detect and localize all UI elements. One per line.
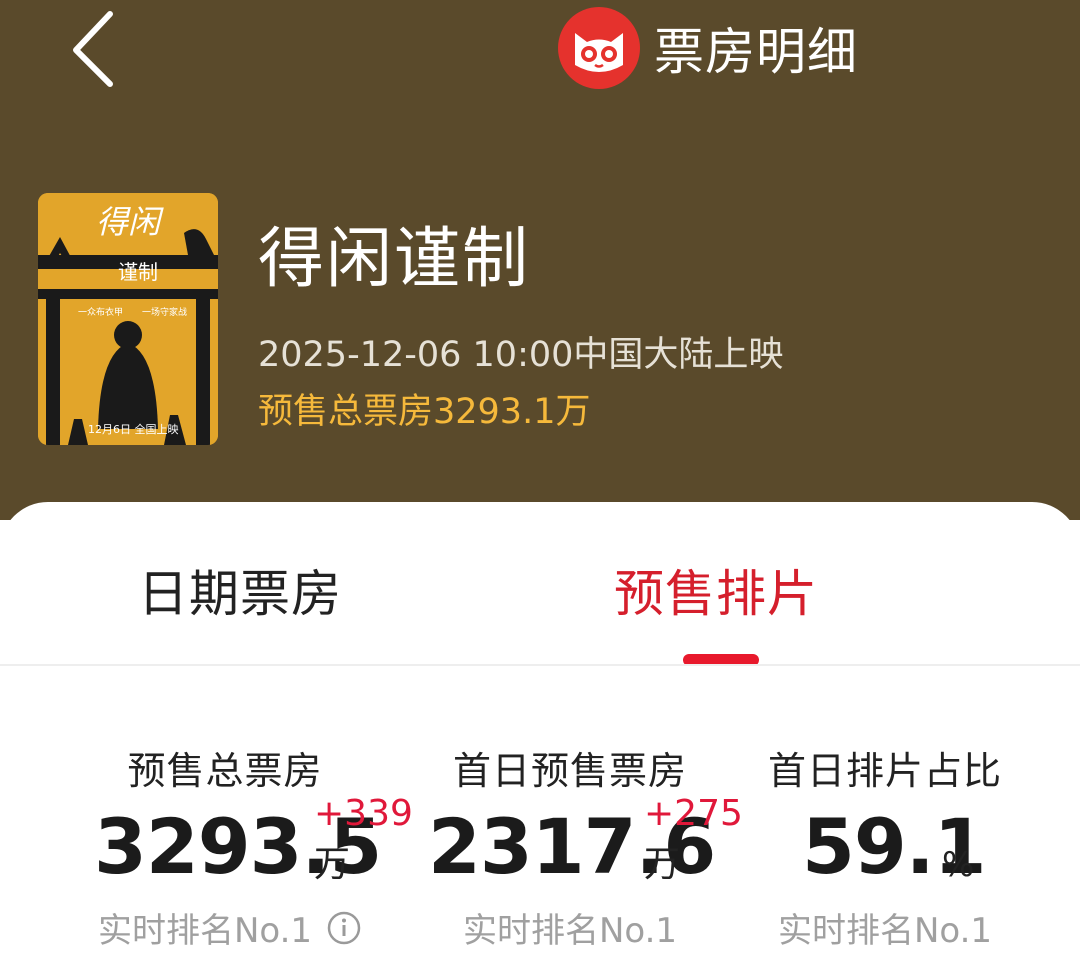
movie-poster[interactable]: 得闲 谨制 一众布衣甲 一场守家战 12月6日 全国上映 [38,193,218,445]
stat-unit: 万 [314,844,351,885]
tab-presale-schedule[interactable]: 预售排片 [614,554,818,626]
chevron-left-icon [73,11,113,87]
stat-first-day-presale: 首日预售票房 2317.6 万 +275 实时排名No.1 [420,740,743,952]
stat-label: 预售总票房 [127,749,323,793]
presale-total-summary: 预售总票房3293.1万 [258,392,591,432]
stat-unit: % [942,845,975,885]
stat-rank: 实时排名No.1 [462,911,678,951]
cat-logo-icon [558,7,640,89]
tab-divider [0,664,1080,666]
info-icon[interactable] [326,910,362,946]
svg-text:谨制: 谨制 [118,260,158,284]
header-banner: 票房明细 得闲 谨制 一众布衣甲 一场守家战 12月6日 全国上映 得闲谨制 2… [0,0,1080,520]
poster-date: 12月6日 全国上映 [88,422,179,436]
stat-label: 首日预售票房 [452,749,687,793]
release-info: 2025-12-06 10:00中国大陆上映 [258,335,784,375]
stat-delta: +275 [644,793,743,834]
stat-rank: 实时排名No.1 [777,911,993,951]
content-panel: 日期票房 预售排片 预售总票房 3293.5 万 +339 实时排名No.1 首… [0,502,1080,980]
brand-header: 票房明细 [558,7,858,89]
stat-unit: 万 [644,844,681,885]
stat-presale-total: 预售总票房 3293.5 万 +339 实时排名No.1 [80,740,413,952]
stat-delta: +339 [314,793,413,834]
poster-tagline-left: 一众布衣甲 [78,306,123,318]
stat-rank: 实时排名No.1 [97,911,313,951]
svg-text:得闲: 得闲 [96,203,164,241]
tab-daily-box-office[interactable]: 日期票房 [138,554,342,626]
page-title: 票房明细 [654,23,858,81]
stat-label: 首日排片占比 [767,749,1002,793]
back-button[interactable] [62,8,132,88]
movie-title: 得闲谨制 [258,220,530,297]
stat-first-day-share: 首日排片占比 59.1 % 实时排名No.1 [760,740,1010,952]
poster-tagline-right: 一场守家战 [142,306,187,318]
